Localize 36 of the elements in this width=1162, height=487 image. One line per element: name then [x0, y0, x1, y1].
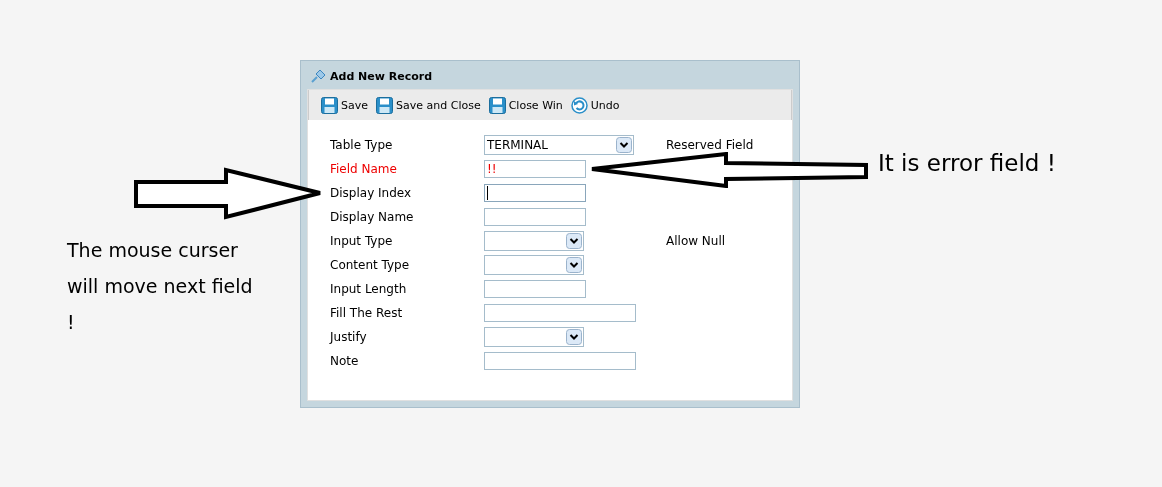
save-button[interactable]: Close Win: [485, 96, 566, 114]
text-cursor: [487, 186, 488, 200]
field-label: Note: [330, 354, 360, 368]
annotation-text: The mouse curser will move next field !: [67, 238, 254, 335]
pushpin-icon: [310, 69, 326, 83]
field-label: Reserved Field: [666, 138, 754, 152]
input-field[interactable]: [484, 280, 586, 298]
field-label: Display Name: [330, 210, 415, 224]
save-button[interactable]: Save and Close: [373, 96, 484, 114]
dropdown[interactable]: [484, 231, 584, 251]
field-label: Content Type: [330, 258, 411, 272]
field-label: Display Index: [330, 186, 413, 200]
field-label: Allow Null: [666, 234, 726, 248]
dropdown[interactable]: [484, 327, 584, 347]
input-field[interactable]: [484, 304, 636, 322]
field-label: Input Type: [330, 234, 394, 248]
input-field[interactable]: [484, 184, 586, 202]
chevron-down-icon: [566, 329, 582, 345]
undo-button[interactable]: Undo: [567, 96, 623, 114]
chevron-down-icon: [566, 233, 582, 249]
annotation-text: It is error field !: [878, 150, 1056, 176]
window-title: Add New Record: [330, 69, 433, 83]
input-field[interactable]: !!: [484, 160, 586, 178]
chevron-down-icon: [566, 257, 582, 273]
dropdown[interactable]: [484, 255, 584, 275]
undo-icon: [570, 96, 588, 114]
input-field[interactable]: [484, 208, 586, 226]
field-label: Table Type: [330, 138, 394, 152]
dropdown[interactable]: TERMINAL: [484, 135, 634, 155]
field-label: Fill The Rest: [330, 306, 404, 320]
field-label: Field Name: [330, 162, 398, 176]
save-button[interactable]: Save: [318, 96, 371, 114]
input-field[interactable]: [484, 352, 636, 370]
chevron-down-icon: [616, 137, 632, 153]
field-label: Input Length: [330, 282, 408, 296]
field-label: Justify: [330, 330, 368, 344]
